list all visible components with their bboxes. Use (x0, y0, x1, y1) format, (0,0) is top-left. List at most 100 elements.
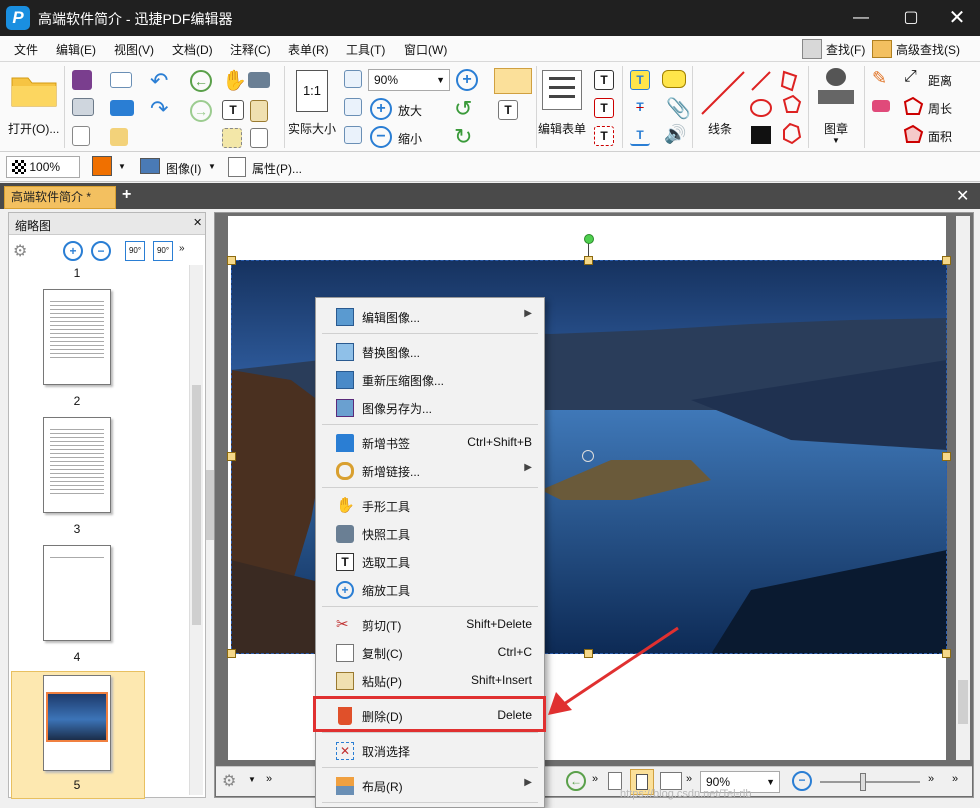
menu-file[interactable]: 文件 (14, 41, 38, 58)
menu-item-edit-image[interactable]: 编辑图像... ▶ (316, 302, 544, 330)
layout-more-icon[interactable]: » (686, 773, 692, 785)
nav-more-icon[interactable]: » (592, 773, 598, 785)
menu-tools[interactable]: 工具(T) (346, 41, 385, 58)
image-menu-label[interactable]: 图像(I) (166, 160, 201, 177)
text-field-icon[interactable]: T (594, 70, 614, 90)
page-thumbnail[interactable] (43, 289, 111, 385)
area-label[interactable]: 面积 (928, 128, 952, 145)
menu-item-zoom-tool[interactable]: + 缩放工具 (316, 575, 544, 603)
new-doc-icon[interactable] (110, 128, 128, 146)
stamp-chevron-down-icon[interactable]: ▼ (832, 136, 840, 145)
panel-splitter[interactable] (206, 470, 214, 540)
rotate-right-90-icon[interactable]: 90° (153, 241, 173, 261)
print-icon[interactable] (72, 98, 94, 116)
zoom-in-label[interactable]: 放大 (398, 102, 422, 119)
redo-icon[interactable]: ↷ (150, 96, 168, 122)
zoom-out-label[interactable]: 缩小 (398, 130, 422, 147)
view-scrollbar[interactable] (956, 216, 970, 760)
stamp-icon[interactable] (818, 68, 854, 108)
menu-item-recompress-image[interactable]: 重新压缩图像... (316, 365, 544, 393)
menu-item-snapshot-tool[interactable]: 快照工具 (316, 519, 544, 547)
zoom-slider-thumb[interactable] (860, 773, 866, 791)
text-field-red-icon[interactable]: T (594, 98, 614, 118)
fit-page-icon[interactable] (344, 70, 362, 88)
zoom-in-icon[interactable]: + (370, 98, 392, 120)
actual-size-icon[interactable]: 1:1 (296, 70, 328, 112)
resize-handle[interactable] (227, 649, 236, 658)
clipboard-icon[interactable] (250, 100, 268, 122)
panel-close-icon[interactable]: ✕ (193, 216, 202, 229)
perimeter-label[interactable]: 周长 (928, 100, 952, 117)
fit-visible-icon[interactable] (344, 126, 362, 144)
highlight-text-icon[interactable]: T (630, 70, 650, 90)
menu-item-hand-tool[interactable]: ✋ 手形工具 (316, 491, 544, 519)
status-chevron-down-icon[interactable]: ▼ (248, 775, 256, 784)
strikeout-icon[interactable]: T (630, 98, 650, 118)
color-chevron-down-icon[interactable]: ▼ (118, 162, 126, 171)
sound-icon[interactable]: 🔊 (664, 124, 686, 145)
panel-more-icon[interactable]: » (179, 243, 185, 254)
eraser-icon[interactable] (872, 100, 890, 112)
opacity-combo[interactable]: 100% (6, 156, 80, 178)
menu-form[interactable]: 表单(R) (288, 41, 329, 58)
zoom-out-icon[interactable]: − (370, 126, 392, 148)
menu-comment[interactable]: 注释(C) (230, 41, 271, 58)
status-end-more-icon[interactable]: » (928, 773, 934, 785)
maximize-button[interactable]: ▢ (896, 6, 926, 30)
menu-item-deselect[interactable]: ✕ 取消选择 (316, 736, 544, 764)
underline-icon[interactable]: T (630, 126, 650, 146)
zoom-in-toolbar-icon[interactable]: + (456, 69, 478, 91)
menu-item-add-bookmark[interactable]: 新增书签 Ctrl+Shift+B (316, 428, 544, 456)
page-thumbnail[interactable] (43, 417, 111, 513)
snapshot-icon[interactable] (248, 72, 270, 88)
page-thumbnail[interactable] (43, 675, 111, 771)
menu-item-replace-image[interactable]: 替换图像... (316, 337, 544, 365)
status-gear-icon[interactable]: ⚙ (222, 771, 236, 791)
resize-handle[interactable] (942, 649, 951, 658)
document-tab[interactable]: 高端软件简介 * (4, 186, 116, 209)
image-chevron-down-icon[interactable]: ▼ (208, 162, 216, 171)
status-zoom-out-icon[interactable]: − (792, 771, 812, 791)
edit-form-icon[interactable] (542, 70, 582, 110)
mail-icon[interactable] (110, 72, 132, 88)
panel-gear-icon[interactable]: ⚙ (13, 241, 27, 261)
resize-handle[interactable] (942, 256, 951, 265)
area-icon[interactable] (902, 124, 924, 144)
line-icon[interactable] (698, 68, 748, 118)
minimize-button[interactable]: — (846, 6, 876, 30)
advanced-find-button[interactable]: 高级查找(S) (896, 41, 960, 58)
hand-tool-icon[interactable]: ✋ (222, 68, 247, 93)
close-button[interactable]: ✕ (942, 6, 972, 30)
thumb-zoom-in-icon[interactable]: + (63, 241, 83, 261)
menu-item-layout[interactable]: 布局(R) ▶ (316, 771, 544, 799)
scan-icon[interactable] (110, 100, 134, 116)
attachment-icon[interactable]: 📎 (666, 96, 691, 121)
edit-content-button[interactable] (494, 68, 532, 94)
save-icon[interactable] (72, 70, 92, 90)
menu-edit[interactable]: 编辑(E) (56, 41, 96, 58)
resize-handle[interactable] (227, 452, 236, 461)
select-area-icon[interactable] (222, 128, 242, 148)
zoom-slider[interactable] (820, 781, 920, 783)
select-text-icon[interactable]: T (222, 100, 244, 120)
zoom-combo[interactable]: 90% ▼ (368, 69, 450, 91)
open-button[interactable] (10, 72, 58, 108)
note-icon[interactable] (662, 70, 686, 88)
new-tab-icon[interactable]: + (122, 186, 131, 204)
undo-icon[interactable]: ↶ (150, 68, 168, 94)
thumb-zoom-out-icon[interactable]: − (91, 241, 111, 261)
text-box-icon[interactable]: T (594, 126, 614, 146)
page-icon[interactable] (250, 128, 268, 148)
resize-handle[interactable] (584, 256, 593, 265)
rotate-ccw-icon[interactable]: ↺ (454, 96, 472, 122)
rotate-cw-icon[interactable]: ↻ (454, 124, 472, 150)
menu-item-paste[interactable]: 粘贴(P) Shift+Insert (316, 666, 544, 694)
menu-item-cut[interactable]: ✂ 剪切(T) Shift+Delete (316, 610, 544, 638)
perimeter-icon[interactable] (902, 96, 924, 116)
color-swatch[interactable] (92, 156, 112, 176)
export-icon[interactable] (72, 126, 90, 146)
add-text-icon[interactable]: T (498, 100, 518, 120)
menu-item-select-tool[interactable]: T 选取工具 (316, 547, 544, 575)
resize-handle[interactable] (942, 452, 951, 461)
find-button[interactable]: 查找(F) (826, 41, 865, 58)
